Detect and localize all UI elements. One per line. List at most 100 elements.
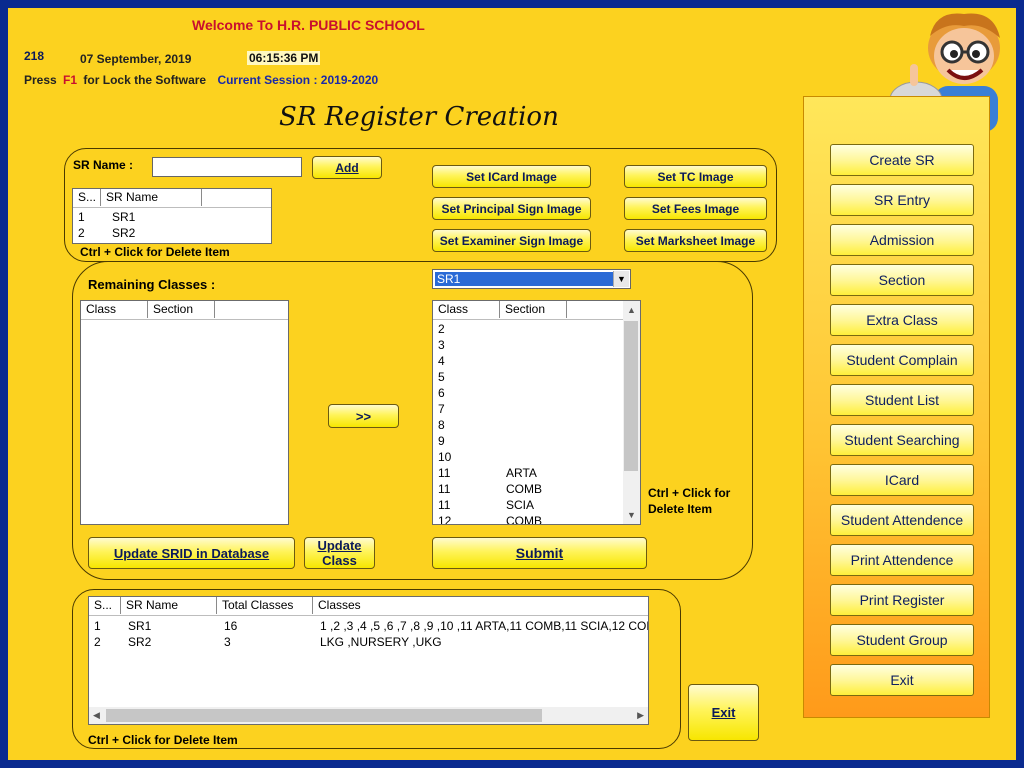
sr-select-dropdown[interactable]: SR1 ▼ bbox=[432, 269, 631, 289]
assigned-row-3-class[interactable]: 4 bbox=[438, 353, 445, 369]
column-header-serial[interactable]: S... bbox=[89, 597, 121, 614]
nav-student-group-button[interactable]: Student Group bbox=[830, 624, 974, 656]
summary-row-1-sr-name[interactable]: SR1 bbox=[128, 618, 151, 634]
update-class-line1: Update bbox=[317, 538, 362, 553]
sr-name-list[interactable]: S... SR Name 1 SR1 2 SR2 bbox=[72, 188, 272, 244]
scroll-right-icon[interactable]: ▶ bbox=[637, 710, 644, 721]
assigned-row-2-class[interactable]: 3 bbox=[438, 337, 445, 353]
summary-delete-hint: Ctrl + Click for Delete Item bbox=[88, 733, 238, 747]
scroll-left-icon[interactable]: ◀ bbox=[93, 710, 100, 721]
app-window: Welcome To H.R. PUBLIC SCHOOL 218 07 Sep… bbox=[0, 0, 1024, 768]
assigned-row-12-section[interactable]: SCIA bbox=[506, 497, 534, 513]
summary-table-header: S... SR Name Total Classes Classes bbox=[89, 597, 648, 616]
summary-row-2-sr-name[interactable]: SR2 bbox=[128, 634, 151, 650]
summary-row-1-serial[interactable]: 1 bbox=[94, 618, 101, 634]
column-header-section[interactable]: Section bbox=[500, 301, 567, 318]
nav-create-sr-button[interactable]: Create SR bbox=[830, 144, 974, 176]
lock-hint: Press F1 for Lock the Software Current S… bbox=[24, 73, 378, 87]
update-class-line2: Class bbox=[322, 553, 357, 568]
sr-row-2-serial[interactable]: 2 bbox=[78, 225, 85, 241]
welcome-banner: Welcome To H.R. PUBLIC SCHOOL bbox=[192, 17, 425, 33]
assigned-row-10-class[interactable]: 11 bbox=[438, 465, 450, 481]
assigned-delete-hint-line2: Delete Item bbox=[648, 502, 713, 516]
assigned-row-11-section[interactable]: COMB bbox=[506, 481, 542, 497]
sr-row-2-name[interactable]: SR2 bbox=[112, 225, 135, 241]
remaining-classes-list[interactable]: Class Section bbox=[80, 300, 289, 525]
column-header-serial[interactable]: S... bbox=[73, 189, 101, 206]
sr-list-header: S... SR Name bbox=[73, 189, 271, 208]
summary-row-1-classes[interactable]: 1 ,2 ,3 ,4 ,5 ,6 ,7 ,8 ,9 ,10 ,11 ARTA,1… bbox=[320, 618, 648, 634]
set-fees-image-button[interactable]: Set Fees Image bbox=[624, 197, 767, 220]
nav-sr-entry-button[interactable]: SR Entry bbox=[830, 184, 974, 216]
sr-row-1-name[interactable]: SR1 bbox=[112, 209, 135, 225]
f1-key-text: F1 bbox=[63, 73, 78, 87]
sr-row-1-serial[interactable]: 1 bbox=[78, 209, 85, 225]
assigned-list-header: Class Section bbox=[433, 301, 640, 320]
set-icard-image-button[interactable]: Set ICard Image bbox=[432, 165, 591, 188]
set-principal-sign-image-button[interactable]: Set Principal Sign Image bbox=[432, 197, 591, 220]
nav-student-complain-button[interactable]: Student Complain bbox=[830, 344, 974, 376]
set-tc-image-button[interactable]: Set TC Image bbox=[624, 165, 767, 188]
nav-student-searching-button[interactable]: Student Searching bbox=[830, 424, 974, 456]
assigned-row-12-class[interactable]: 11 bbox=[438, 497, 450, 513]
remaining-list-header: Class Section bbox=[81, 301, 288, 320]
column-header-total-classes[interactable]: Total Classes bbox=[217, 597, 313, 614]
nav-student-attendence-button[interactable]: Student Attendence bbox=[830, 504, 974, 536]
set-examiner-sign-image-button[interactable]: Set Examiner Sign Image bbox=[432, 229, 591, 252]
nav-admission-button[interactable]: Admission bbox=[830, 224, 974, 256]
column-header-section[interactable]: Section bbox=[148, 301, 215, 318]
nav-exit-button[interactable]: Exit bbox=[830, 664, 974, 696]
scroll-thumb[interactable] bbox=[106, 709, 542, 722]
assigned-row-13-class[interactable]: 12 bbox=[438, 513, 451, 524]
nav-icard-button[interactable]: ICard bbox=[830, 464, 974, 496]
scroll-thumb[interactable] bbox=[624, 321, 638, 471]
sr-name-input[interactable] bbox=[152, 157, 302, 177]
chevron-down-icon[interactable]: ▼ bbox=[613, 271, 629, 287]
page-title: SR Register Creation bbox=[279, 102, 559, 132]
summary-row-2-total[interactable]: 3 bbox=[224, 634, 231, 650]
update-class-button[interactable]: Update Class bbox=[304, 537, 375, 569]
nav-student-list-button[interactable]: Student List bbox=[830, 384, 974, 416]
assigned-delete-hint-line1: Ctrl + Click for bbox=[648, 486, 731, 500]
summary-row-2-serial[interactable]: 2 bbox=[94, 634, 101, 650]
assigned-row-4-class[interactable]: 5 bbox=[438, 369, 445, 385]
column-header-class[interactable]: Class bbox=[433, 301, 500, 318]
column-header-classes[interactable]: Classes bbox=[313, 597, 648, 614]
column-header-sr-name[interactable]: SR Name bbox=[121, 597, 217, 614]
assigned-row-13-section[interactable]: COMB bbox=[506, 513, 542, 524]
assigned-row-9-class[interactable]: 10 bbox=[438, 449, 451, 465]
exit-button[interactable]: Exit bbox=[688, 684, 759, 741]
add-button[interactable]: Add bbox=[312, 156, 382, 179]
user-id: 218 bbox=[24, 49, 45, 63]
assigned-row-5-class[interactable]: 6 bbox=[438, 385, 445, 401]
summary-row-2-classes[interactable]: LKG ,NURSERY ,UKG bbox=[320, 634, 648, 650]
remaining-classes-label: Remaining Classes : bbox=[88, 277, 216, 292]
sr-summary-table[interactable]: S... SR Name Total Classes Classes 1 SR1… bbox=[88, 596, 649, 725]
press-text: Press bbox=[24, 73, 57, 87]
nav-extra-class-button[interactable]: Extra Class bbox=[830, 304, 974, 336]
summary-row-1-total[interactable]: 16 bbox=[224, 618, 237, 634]
assigned-row-1-class[interactable]: 2 bbox=[438, 321, 445, 337]
assigned-row-6-class[interactable]: 7 bbox=[438, 401, 445, 417]
update-srid-button[interactable]: Update SRID in Database bbox=[88, 537, 295, 569]
vertical-scrollbar[interactable]: ▲ ▼ bbox=[623, 301, 640, 524]
set-marksheet-image-button[interactable]: Set Marksheet Image bbox=[624, 229, 767, 252]
column-header-sr-name[interactable]: SR Name bbox=[101, 189, 202, 206]
assigned-row-10-section[interactable]: ARTA bbox=[506, 465, 537, 481]
horizontal-scrollbar[interactable]: ◀ ▶ bbox=[89, 707, 648, 724]
sr-delete-hint: Ctrl + Click for Delete Item bbox=[80, 245, 230, 259]
scroll-up-icon[interactable]: ▲ bbox=[627, 305, 636, 315]
assigned-row-11-class[interactable]: 11 bbox=[438, 481, 450, 497]
assigned-row-8-class[interactable]: 9 bbox=[438, 433, 445, 449]
move-classes-button[interactable]: >> bbox=[328, 404, 399, 428]
nav-print-register-button[interactable]: Print Register bbox=[830, 584, 974, 616]
assigned-delete-hint: Ctrl + Click for Delete Item bbox=[648, 485, 730, 517]
scroll-down-icon[interactable]: ▼ bbox=[627, 510, 636, 520]
nav-print-attendence-button[interactable]: Print Attendence bbox=[830, 544, 974, 576]
submit-button[interactable]: Submit bbox=[432, 537, 647, 569]
assigned-classes-list[interactable]: Class Section 2 3 4 5 6 7 8 9 10 11 ARTA 11 COMB 11 SC… bbox=[432, 300, 641, 525]
assigned-row-7-class[interactable]: 8 bbox=[438, 417, 445, 433]
time-label: 06:15:36 PM bbox=[247, 51, 321, 65]
nav-section-button[interactable]: Section bbox=[830, 264, 974, 296]
column-header-class[interactable]: Class bbox=[81, 301, 148, 318]
